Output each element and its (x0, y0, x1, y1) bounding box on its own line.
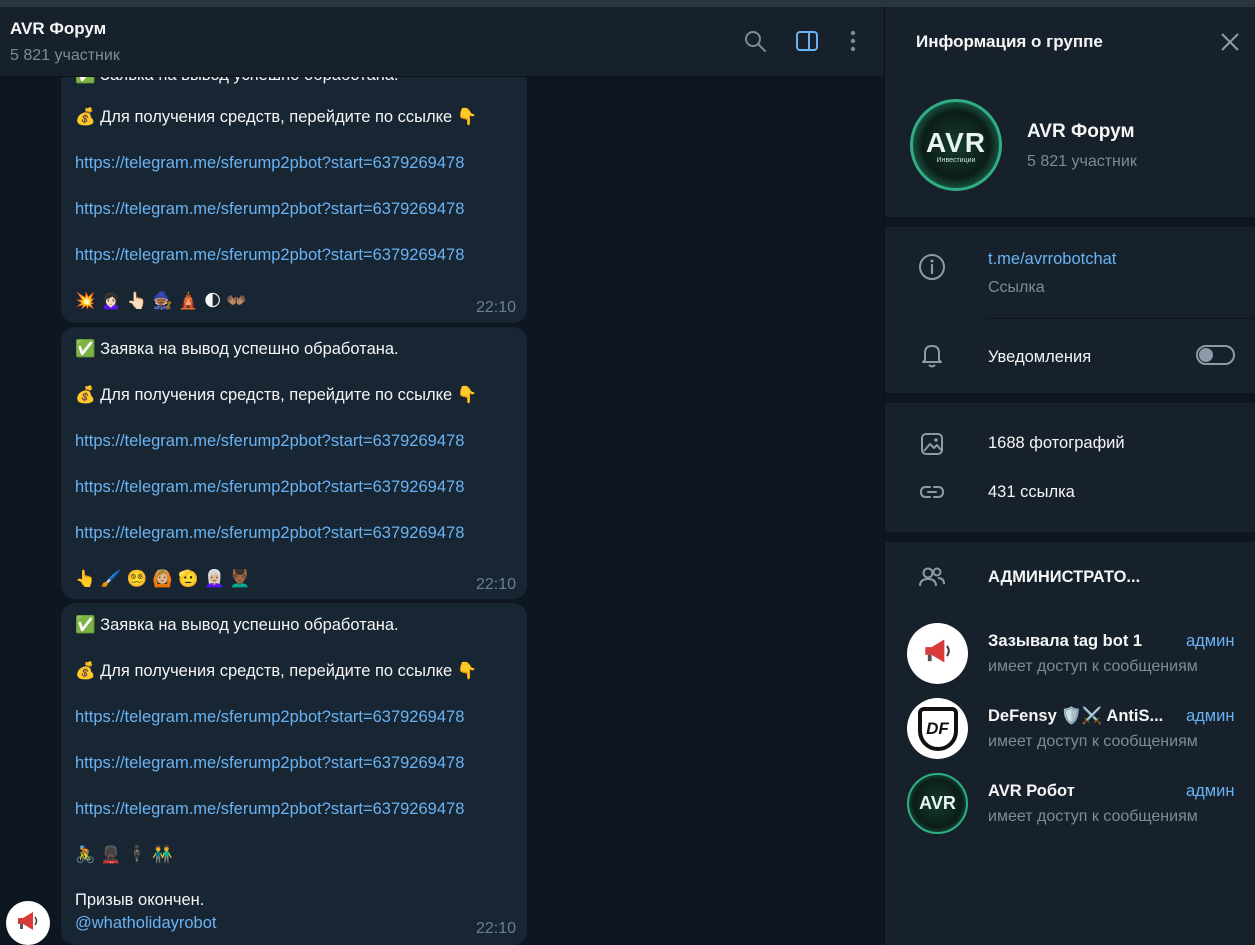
toggle-knob (1199, 348, 1213, 362)
admin-role: админ (1186, 782, 1235, 800)
photo-icon (918, 430, 946, 458)
link-icon (918, 478, 946, 506)
message-status-line: ✅ Заявка на вывод успешно обработана. (75, 616, 399, 634)
message-emojis: 👆 🖌️ 😵‍💫 🙆🏼 🫡 👩🏼‍🦳 💆🏾‍♂️ (75, 569, 251, 588)
message-emojis: 🚴 💂🏿 🕴🏿 👬 (75, 845, 173, 864)
chat-title[interactable]: AVR Форум (10, 19, 106, 39)
message-link[interactable]: https://telegram.me/sferump2pbot?start=6… (75, 432, 464, 451)
group-info-panel: Информация о группе AVR Инвестиции AVR Ф… (884, 7, 1255, 945)
message-money-line: 💰 Для получения средств, перейдите по сс… (75, 108, 478, 126)
admin-permission: имеет доступ к сообщениям (988, 808, 1198, 825)
defensy-shield-icon: DF (917, 706, 958, 751)
admin-name[interactable]: AVR Робот (988, 782, 1075, 801)
sidebar-toggle-icon[interactable] (793, 27, 821, 55)
message-time: 22:10 (475, 920, 516, 937)
message-mention[interactable]: @whatholidayrobot (75, 914, 217, 933)
chat-header: AVR Форум 5 821 участник (0, 7, 884, 77)
megaphone-icon (15, 910, 41, 937)
megaphone-icon (921, 637, 955, 670)
message-emojis: 💥 🙍🏻‍♀️ 👆🏻 🧙🏾 🛕 🌓 👐🏽 (75, 291, 247, 310)
photos-count[interactable]: 1688 фотографий (988, 434, 1125, 453)
group-member-count: 5 821 участник (1027, 153, 1137, 170)
message-link[interactable]: https://telegram.me/sferump2pbot?start=6… (75, 478, 464, 497)
message-link[interactable]: https://telegram.me/sferump2pbot?start=6… (75, 800, 464, 819)
message-time: 22:10 (475, 299, 516, 316)
window-top-strip (0, 0, 1255, 7)
users-icon (918, 563, 946, 591)
message-link[interactable]: https://telegram.me/sferump2pbot?start=6… (75, 246, 464, 265)
group-name: AVR Форум (1027, 121, 1135, 142)
sender-avatar[interactable] (6, 901, 50, 945)
message-link[interactable]: https://telegram.me/sferump2pbot?start=6… (75, 754, 464, 773)
admins-header: АДМИНИСТРАТО... (988, 568, 1141, 586)
group-link-label: Ссылка (988, 279, 1045, 296)
admin-role: админ (1186, 632, 1235, 650)
notifications-toggle[interactable] (1196, 345, 1235, 365)
message-link[interactable]: https://telegram.me/sferump2pbot?start=6… (75, 200, 464, 219)
message-money-line: 💰 Для получения средств, перейдите по сс… (75, 386, 478, 404)
close-icon[interactable] (1219, 31, 1241, 53)
message-bubble[interactable]: ✅ Заявка на вывод успешно обработана. 💰 … (61, 47, 527, 323)
bell-icon (918, 341, 946, 369)
message-footer-text: Призыв окончен. (75, 891, 205, 909)
chat-member-count: 5 821 участник (10, 47, 120, 64)
message-link[interactable]: https://telegram.me/sferump2pbot?start=6… (75, 154, 464, 173)
admin-avatar[interactable] (907, 623, 968, 684)
message-bubble[interactable]: ✅ Заявка на вывод успешно обработана. 💰 … (61, 327, 527, 599)
admin-avatar[interactable]: AVR (907, 773, 968, 834)
message-link[interactable]: https://telegram.me/sferump2pbot?start=6… (75, 708, 464, 727)
message-time: 22:10 (475, 576, 516, 593)
panel-title: Информация о группе (916, 32, 1103, 51)
group-avatar[interactable]: AVR Инвестиции (910, 99, 1002, 191)
admin-permission: имеет доступ к сообщениям (988, 658, 1198, 675)
notifications-label: Уведомления (988, 348, 1092, 366)
admin-role: админ (1186, 707, 1235, 725)
message-money-line: 💰 Для получения средств, перейдите по сс… (75, 662, 478, 680)
info-icon (918, 253, 946, 281)
more-vertical-icon[interactable] (839, 27, 867, 55)
section-divider (885, 217, 1255, 227)
group-avatar-logo: AVR (925, 126, 987, 158)
group-link[interactable]: t.me/avrrobotchat (988, 250, 1116, 269)
search-icon[interactable] (741, 27, 769, 55)
message-list[interactable]: ✅ Заявка на вывод успешно обработана. 💰 … (0, 7, 884, 945)
admin-avatar-logo: DF (926, 718, 949, 738)
message-bubble[interactable]: ✅ Заявка на вывод успешно обработана. 💰 … (61, 603, 527, 945)
admin-name[interactable]: Зазывала tag bot 1 (988, 632, 1142, 651)
section-divider (885, 393, 1255, 403)
message-link[interactable]: https://telegram.me/sferump2pbot?start=6… (75, 524, 464, 543)
admin-permission: имеет доступ к сообщениям (988, 733, 1198, 750)
admin-avatar[interactable]: DF (907, 698, 968, 759)
message-status-line: ✅ Заявка на вывод успешно обработана. (75, 340, 399, 358)
admin-avatar-logo: AVR (919, 793, 956, 813)
chat-pane: ✅ Заявка на вывод успешно обработана. 💰 … (0, 7, 884, 945)
links-count[interactable]: 431 ссылка (988, 483, 1075, 502)
row-divider (985, 318, 1255, 319)
section-divider (885, 532, 1255, 542)
admin-name[interactable]: DeFensy 🛡️⚔️ AntiS... (988, 707, 1163, 726)
